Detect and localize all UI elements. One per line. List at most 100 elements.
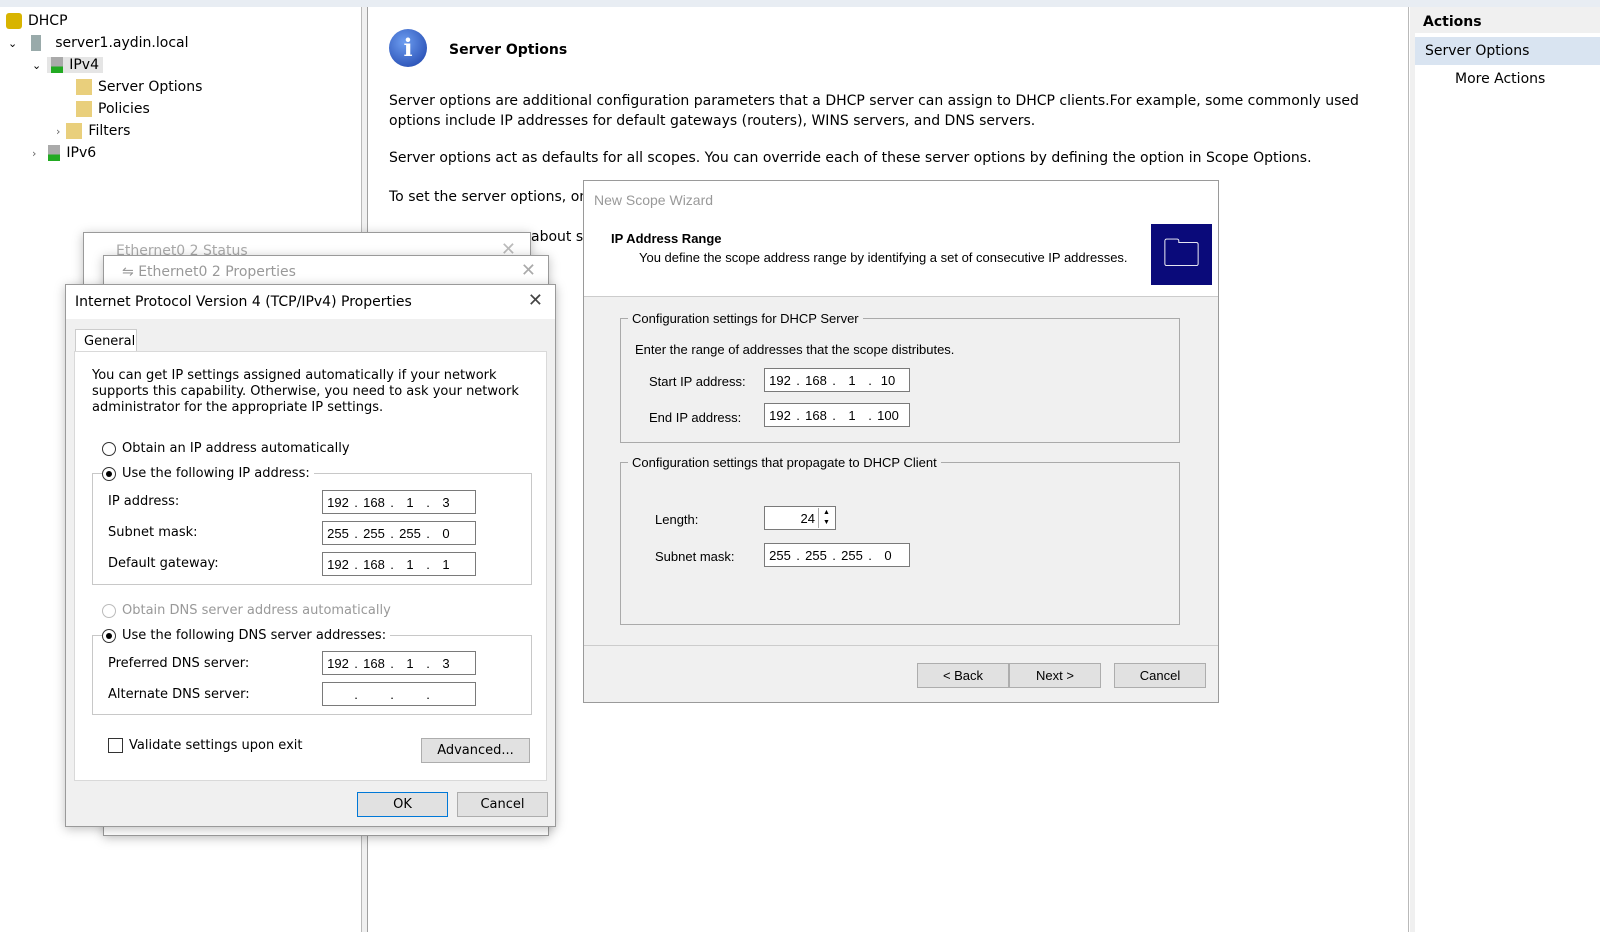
preferred-dns-label: Preferred DNS server: bbox=[108, 656, 250, 671]
ip-octet[interactable]: 192 bbox=[765, 408, 795, 423]
chevron-down-icon[interactable]: ⌄ bbox=[32, 59, 41, 72]
obtain-ip-auto-radio[interactable]: Obtain an IP address automatically bbox=[102, 441, 350, 456]
tree-item-filters[interactable]: › Filters bbox=[56, 121, 130, 141]
length-spinner[interactable]: 24 ▲ ▼ bbox=[764, 506, 836, 530]
chevron-right-icon[interactable]: › bbox=[32, 147, 36, 160]
title-bar bbox=[0, 0, 1600, 7]
actions-server-options[interactable]: Server Options bbox=[1415, 37, 1600, 65]
tree-label: Server Options bbox=[98, 79, 203, 95]
next-button[interactable]: Next > bbox=[1009, 663, 1101, 688]
actions-pane: Actions Server Options More Actions bbox=[1410, 7, 1600, 932]
tree-item-server-options[interactable]: Server Options bbox=[76, 77, 202, 97]
tree-label: Policies bbox=[98, 101, 150, 117]
ip-octet[interactable]: 192 bbox=[323, 557, 353, 572]
ip-octet[interactable]: 3 bbox=[431, 495, 461, 510]
subnet-mask-field[interactable]: 255. 255. 255. 0 bbox=[322, 521, 476, 545]
policies-icon bbox=[76, 101, 92, 117]
use-following-dns-radio[interactable]: Use the following DNS server addresses: bbox=[102, 628, 391, 643]
preferred-dns-field[interactable]: 192. 168. 1. 3 bbox=[322, 651, 476, 675]
use-following-ip-radio[interactable]: Use the following IP address: bbox=[102, 466, 314, 481]
group-text: Enter the range of addresses that the sc… bbox=[635, 342, 955, 357]
more-actions-link[interactable]: More Actions bbox=[1415, 65, 1600, 93]
ip-octet[interactable]: 255 bbox=[801, 548, 831, 563]
validate-checkbox[interactable]: Validate settings upon exit bbox=[108, 738, 302, 753]
ip-octet[interactable]: 100 bbox=[873, 408, 903, 423]
ipv4-properties-dialog: Internet Protocol Version 4 (TCP/IPv4) P… bbox=[65, 284, 556, 827]
ip-octet[interactable]: 0 bbox=[431, 526, 461, 541]
network-icon: ⇋ bbox=[122, 264, 139, 280]
default-gateway-field[interactable]: 192. 168. 1. 1 bbox=[322, 552, 476, 576]
ip-octet[interactable]: 168 bbox=[801, 408, 831, 423]
tab-general[interactable]: General bbox=[75, 329, 137, 352]
subnet-mask-field[interactable]: 255. 255. 255. 0 bbox=[764, 543, 910, 567]
tree-label: IPv6 bbox=[66, 145, 97, 161]
tree-item-ipv6[interactable]: › IPv6 bbox=[32, 143, 96, 163]
group-title: Configuration settings that propagate to… bbox=[628, 455, 941, 470]
radio-icon bbox=[102, 628, 116, 643]
ip-octet[interactable]: 168 bbox=[801, 373, 831, 388]
ip-octet[interactable]: 1 bbox=[395, 495, 425, 510]
back-button[interactable]: < Back bbox=[917, 663, 1009, 688]
description-1: Server options are additional configurat… bbox=[389, 93, 1359, 129]
close-icon[interactable]: ✕ bbox=[528, 290, 543, 311]
ip-octet[interactable]: 255 bbox=[765, 548, 795, 563]
ip-octet[interactable]: 192 bbox=[323, 495, 353, 510]
radio-label: Obtain an IP address automatically bbox=[122, 441, 350, 456]
ip-octet[interactable]: 1 bbox=[395, 557, 425, 572]
tree-label: server1.aydin.local bbox=[55, 35, 189, 51]
actions-title: Actions bbox=[1415, 7, 1600, 33]
ip-octet[interactable]: 255 bbox=[395, 526, 425, 541]
filters-icon bbox=[66, 123, 83, 139]
tree-item-policies[interactable]: Policies bbox=[76, 99, 150, 119]
close-icon[interactable]: ✕ bbox=[521, 260, 536, 281]
ip-octet[interactable]: 0 bbox=[873, 548, 903, 563]
chevron-down-icon[interactable]: ⌄ bbox=[8, 37, 17, 50]
end-ip-field[interactable]: 192. 168. 1. 100 bbox=[764, 403, 910, 427]
ip-octet[interactable]: 168 bbox=[359, 557, 389, 572]
ip-octet[interactable]: 3 bbox=[431, 656, 461, 671]
dhcp-icon bbox=[6, 13, 22, 29]
ip-dot: . bbox=[426, 686, 430, 702]
start-ip-label: Start IP address: bbox=[649, 374, 746, 389]
end-ip-label: End IP address: bbox=[649, 410, 742, 425]
ip-octet[interactable]: 168 bbox=[359, 656, 389, 671]
cancel-button[interactable]: Cancel bbox=[1114, 663, 1206, 688]
new-scope-wizard: New Scope Wizard IP Address Range You de… bbox=[583, 180, 1219, 703]
alternate-dns-label: Alternate DNS server: bbox=[108, 687, 250, 702]
info-icon: i bbox=[389, 29, 427, 67]
advanced-button[interactable]: Advanced... bbox=[421, 738, 530, 763]
tree-item-server[interactable]: ⌄ server1.aydin.local bbox=[8, 33, 188, 53]
ip-octet[interactable]: 168 bbox=[359, 495, 389, 510]
length-value: 24 bbox=[800, 510, 815, 526]
radio-icon bbox=[102, 441, 116, 456]
ip-address-field[interactable]: 192. 168. 1. 3 bbox=[322, 490, 476, 514]
tree-item-ipv4[interactable]: ⌄ IPv4 bbox=[32, 55, 103, 75]
obtain-dns-auto-radio[interactable]: Obtain DNS server address automatically bbox=[102, 603, 391, 618]
ip-octet[interactable]: 255 bbox=[359, 526, 389, 541]
ip-octet[interactable]: 255 bbox=[837, 548, 867, 563]
ip-octet[interactable]: 1 bbox=[837, 373, 867, 388]
wizard-subheading: You define the scope address range by id… bbox=[639, 250, 1128, 265]
ip-octet[interactable]: 10 bbox=[873, 373, 903, 388]
tree-item-dhcp[interactable]: DHCP bbox=[6, 11, 68, 31]
alternate-dns-field[interactable]: ... bbox=[322, 682, 476, 706]
ip-octet[interactable]: 1 bbox=[837, 408, 867, 423]
ip-octet[interactable]: 192 bbox=[323, 656, 353, 671]
chevron-right-icon[interactable]: › bbox=[56, 125, 60, 138]
ipv6-icon bbox=[48, 145, 61, 161]
ip-octet[interactable]: 1 bbox=[431, 557, 461, 572]
ip-octet[interactable]: 1 bbox=[395, 656, 425, 671]
ip-dot: . bbox=[354, 686, 358, 702]
ip-octet[interactable]: 192 bbox=[765, 373, 795, 388]
tree-label: IPv4 bbox=[69, 57, 99, 73]
subnet-mask-label: Subnet mask: bbox=[655, 549, 735, 564]
folders-icon: 🗀 bbox=[1151, 224, 1212, 285]
spinner-arrows-icon[interactable]: ▲ ▼ bbox=[818, 508, 834, 528]
radio-label: Use the following IP address: bbox=[122, 466, 310, 481]
cancel-button[interactable]: Cancel bbox=[457, 792, 548, 817]
ok-button[interactable]: OK bbox=[357, 792, 448, 817]
radio-icon bbox=[102, 603, 116, 618]
ip-octet[interactable]: 255 bbox=[323, 526, 353, 541]
subnet-mask-label: Subnet mask: bbox=[108, 525, 198, 540]
start-ip-field[interactable]: 192. 168. 1. 10 bbox=[764, 368, 910, 392]
